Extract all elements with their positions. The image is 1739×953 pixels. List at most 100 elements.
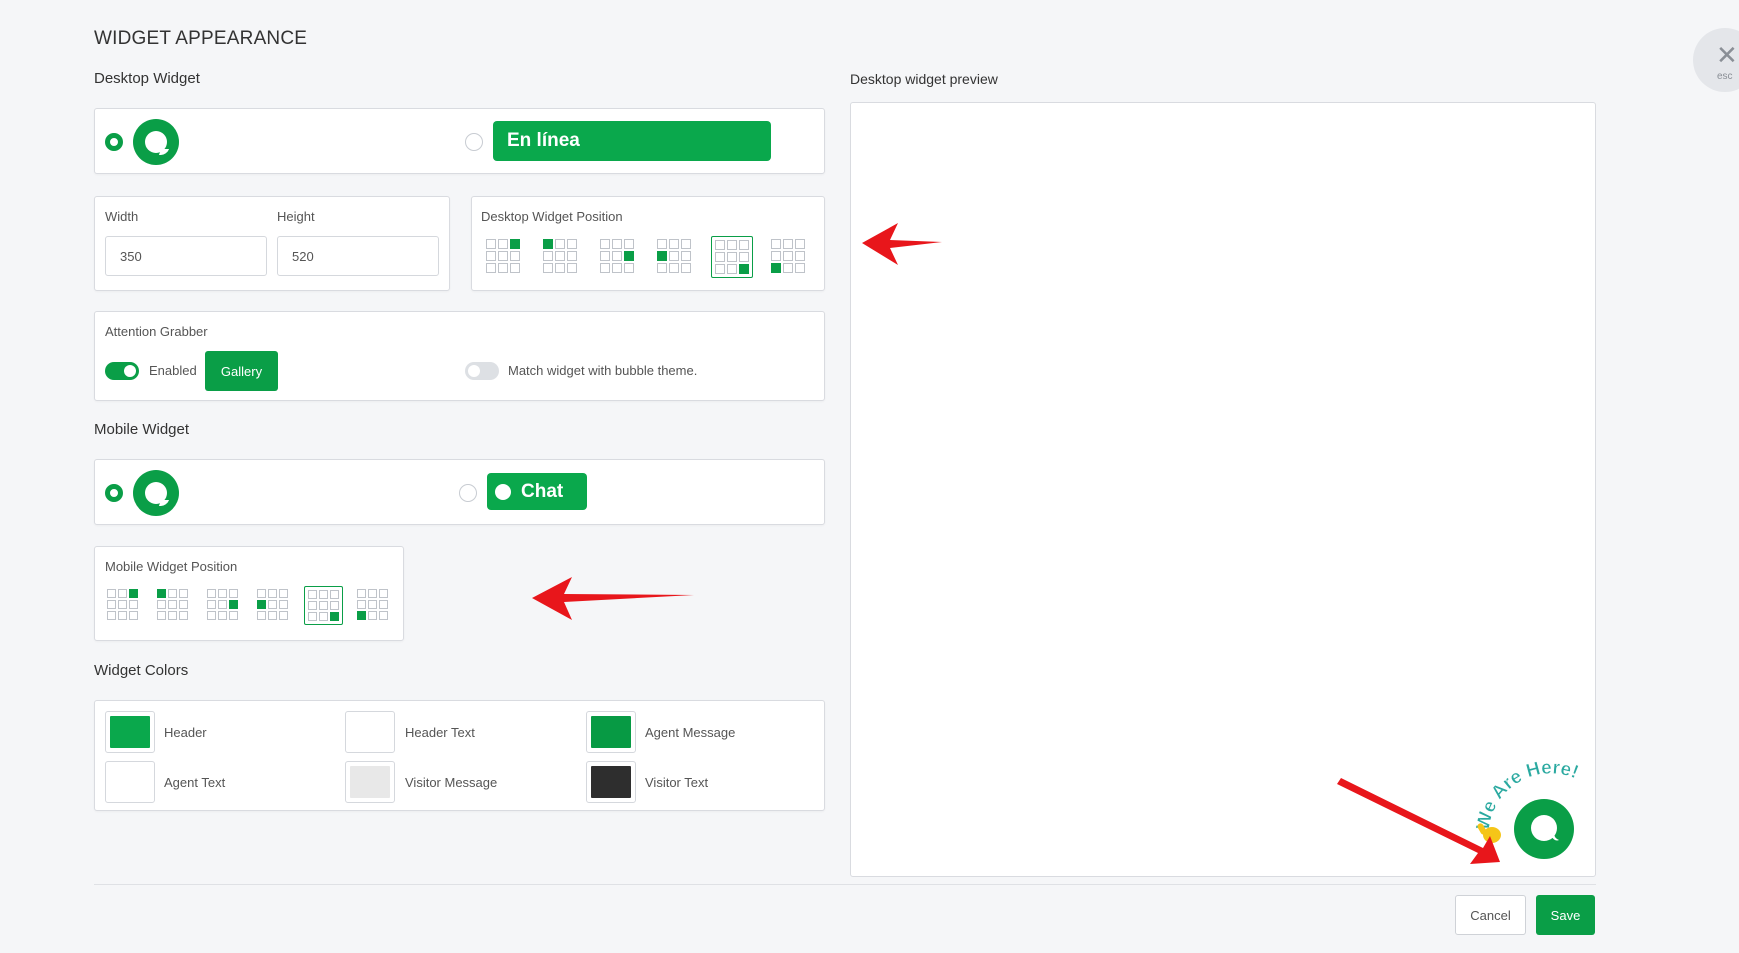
- position-cell: [567, 239, 577, 249]
- position-cell: [543, 251, 553, 261]
- visitor-message-color-swatch[interactable]: [345, 761, 395, 803]
- mobile-position-option[interactable]: [354, 586, 391, 623]
- close-button[interactable]: ✕ esc: [1693, 28, 1739, 92]
- position-cell: [669, 263, 679, 273]
- position-cell: [567, 251, 577, 261]
- position-cell: [357, 589, 366, 598]
- position-cell: [657, 239, 667, 249]
- position-cell: [357, 611, 366, 620]
- mobile-position-option[interactable]: [204, 586, 241, 623]
- agent-text-color-swatch[interactable]: [105, 761, 155, 803]
- chat-bubble-icon: [133, 119, 179, 165]
- desktop-position-option[interactable]: [597, 236, 637, 276]
- position-cell: [771, 251, 781, 261]
- position-cell: [368, 589, 377, 598]
- position-cell: [129, 589, 138, 598]
- widget-colors-heading: Widget Colors: [94, 662, 189, 679]
- position-cell: [739, 252, 749, 262]
- position-cell: [498, 263, 508, 273]
- mobile-bar-option[interactable]: Chat: [487, 473, 587, 510]
- visitor-text-color-label: Visitor Text: [645, 775, 709, 790]
- position-cell: [498, 251, 508, 261]
- position-cell: [600, 251, 610, 261]
- position-cell: [555, 263, 565, 273]
- position-cell: [681, 263, 691, 273]
- attention-grabber-toggle[interactable]: [105, 362, 139, 380]
- mobile-widget-heading: Mobile Widget: [94, 421, 190, 438]
- position-cell: [179, 600, 188, 609]
- position-cell: [330, 590, 339, 599]
- position-cell: [555, 239, 565, 249]
- position-cell: [157, 600, 166, 609]
- position-cell: [486, 263, 496, 273]
- position-cell: [319, 590, 328, 599]
- header-text-color-swatch[interactable]: [345, 711, 395, 753]
- position-cell: [510, 239, 520, 249]
- position-cell: [107, 600, 116, 609]
- desktop-bar-radio[interactable]: [465, 133, 483, 151]
- position-cell: [319, 612, 328, 621]
- position-cell: [543, 239, 553, 249]
- cancel-button[interactable]: Cancel: [1455, 895, 1526, 935]
- position-cell: [600, 239, 610, 249]
- gallery-button[interactable]: Gallery: [205, 351, 278, 391]
- width-input[interactable]: 350: [105, 236, 267, 276]
- preview-canvas: We Are Here!: [1473, 757, 1582, 859]
- desktop-position-option[interactable]: [711, 236, 753, 278]
- position-cell: [771, 263, 781, 273]
- header-color-fill: [110, 716, 150, 748]
- header-color-swatch[interactable]: [105, 711, 155, 753]
- position-cell: [624, 239, 634, 249]
- visitor-message-color-fill: [350, 766, 390, 798]
- visitor-text-color-swatch[interactable]: [586, 761, 636, 803]
- position-cell: [739, 240, 749, 250]
- visitor-text-color-fill: [591, 766, 631, 798]
- position-cell: [715, 252, 725, 262]
- position-cell: [118, 611, 127, 620]
- position-cell: [379, 589, 388, 598]
- position-cell: [268, 600, 277, 609]
- desktop-bar-option[interactable]: En línea: [493, 121, 771, 161]
- position-cell: [229, 589, 238, 598]
- position-cell: [257, 589, 266, 598]
- desktop-position-option[interactable]: [654, 236, 694, 276]
- position-cell: [486, 251, 496, 261]
- desktop-position-option[interactable]: [768, 236, 808, 276]
- position-cell: [657, 263, 667, 273]
- desktop-position-option[interactable]: [540, 236, 580, 276]
- match-theme-label: Match widget with bubble theme.: [508, 363, 698, 378]
- desktop-position-option[interactable]: [483, 236, 523, 276]
- mobile-bubble-radio[interactable]: [105, 484, 123, 502]
- desktop-size-card: Width Height 350 520: [94, 196, 450, 291]
- attention-grabber-label: Attention Grabber: [105, 324, 208, 339]
- mobile-bar-radio[interactable]: [459, 484, 477, 502]
- preview-heading: Desktop widget preview: [850, 71, 998, 87]
- mobile-position-option[interactable]: [104, 586, 141, 623]
- position-cell: [486, 239, 496, 249]
- position-cell: [107, 589, 116, 598]
- mobile-position-label: Mobile Widget Position: [105, 559, 238, 574]
- position-cell: [795, 263, 805, 273]
- position-cell: [795, 239, 805, 249]
- mobile-widget-type-card: Chat: [94, 459, 825, 525]
- mobile-position-option[interactable]: [154, 586, 191, 623]
- position-cell: [157, 589, 166, 598]
- mobile-position-option[interactable]: [254, 586, 291, 623]
- height-input[interactable]: 520: [277, 236, 439, 276]
- desktop-bubble-radio[interactable]: [105, 133, 123, 151]
- save-button[interactable]: Save: [1536, 895, 1595, 935]
- match-theme-toggle[interactable]: [465, 362, 499, 380]
- preview-chat-bubble-icon[interactable]: [1514, 799, 1574, 859]
- position-cell: [257, 600, 266, 609]
- header-color-label: Header: [164, 725, 207, 740]
- agent-message-color-swatch[interactable]: [586, 711, 636, 753]
- position-cell: [308, 590, 317, 599]
- position-cell: [218, 611, 227, 620]
- mobile-position-option[interactable]: [304, 586, 343, 625]
- position-cell: [727, 264, 737, 274]
- esc-label: esc: [1717, 71, 1733, 82]
- position-cell: [368, 600, 377, 609]
- desktop-bar-label: En línea: [507, 130, 580, 151]
- position-cell: [330, 612, 339, 621]
- position-cell: [357, 600, 366, 609]
